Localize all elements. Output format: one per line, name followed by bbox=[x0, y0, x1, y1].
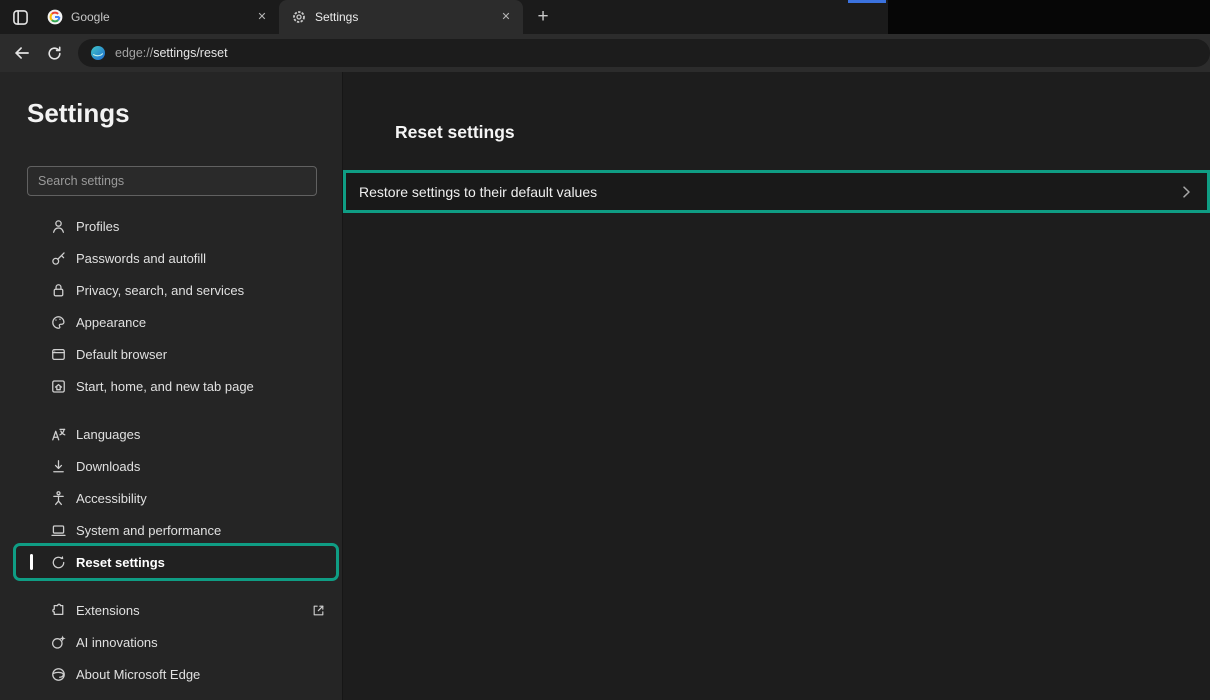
tab-google[interactable]: Google ✕ bbox=[35, 0, 279, 34]
key-icon bbox=[50, 250, 67, 267]
reset-icon bbox=[50, 554, 67, 571]
settings-main-panel: Reset settings Restore settings to their… bbox=[343, 72, 1210, 700]
tab-settings[interactable]: Settings ✕ bbox=[279, 0, 523, 34]
gear-favicon bbox=[291, 9, 307, 25]
close-icon[interactable]: ✕ bbox=[253, 8, 271, 26]
back-button[interactable] bbox=[6, 37, 38, 69]
accent-line bbox=[848, 0, 886, 3]
sidebar-item-profiles[interactable]: Profiles bbox=[16, 210, 336, 242]
tab-strip: Google ✕ Settings ✕ + bbox=[0, 0, 1210, 34]
new-tab-button[interactable]: + bbox=[529, 3, 557, 31]
address-bar[interactable]: edge://settings/reset bbox=[78, 39, 1210, 67]
sidebar-item-label: AI innovations bbox=[76, 635, 158, 650]
url-scheme: edge:// bbox=[115, 46, 153, 60]
edge-page-icon bbox=[90, 45, 106, 61]
download-icon bbox=[50, 458, 67, 475]
section-title: Reset settings bbox=[395, 122, 1210, 143]
sidebar-item-label: Extensions bbox=[76, 603, 140, 618]
home-window-icon bbox=[50, 378, 67, 395]
search-settings-box[interactable] bbox=[27, 166, 317, 196]
page-title: Settings bbox=[27, 98, 342, 129]
laptop-icon bbox=[50, 522, 67, 539]
search-input[interactable] bbox=[38, 174, 306, 188]
sidebar-item-label: Languages bbox=[76, 427, 140, 442]
back-arrow-icon bbox=[13, 44, 31, 62]
tab-title: Settings bbox=[315, 10, 497, 24]
people-icon bbox=[50, 218, 67, 235]
sidebar-item-label: Privacy, search, and services bbox=[76, 283, 244, 298]
sidebar-item-appearance[interactable]: Appearance bbox=[16, 306, 336, 338]
sidebar-item-passwords[interactable]: Passwords and autofill bbox=[16, 242, 336, 274]
url-path: settings/reset bbox=[153, 46, 227, 60]
settings-sidebar: Settings Profiles Passwords and autofill bbox=[0, 72, 343, 700]
lock-icon bbox=[50, 282, 67, 299]
workspaces-icon bbox=[12, 9, 29, 26]
sidebar-item-label: Accessibility bbox=[76, 491, 147, 506]
sidebar-item-label: Passwords and autofill bbox=[76, 251, 206, 266]
ai-sparkle-icon bbox=[50, 634, 67, 651]
edge-logo-icon bbox=[50, 666, 67, 683]
sidebar-item-ai-innovations[interactable]: AI innovations bbox=[16, 626, 336, 658]
sidebar-item-privacy[interactable]: Privacy, search, and services bbox=[16, 274, 336, 306]
settings-page: Settings Profiles Passwords and autofill bbox=[0, 72, 1210, 700]
sidebar-item-label: Start, home, and new tab page bbox=[76, 379, 254, 394]
sidebar-item-languages[interactable]: Languages bbox=[16, 418, 336, 450]
puzzle-icon bbox=[50, 602, 67, 619]
sidebar-item-label: Reset settings bbox=[76, 555, 165, 570]
sidebar-item-label: Downloads bbox=[76, 459, 140, 474]
sidebar-item-label: Appearance bbox=[76, 315, 146, 330]
tab-title: Google bbox=[71, 10, 253, 24]
sidebar-item-label: About Microsoft Edge bbox=[76, 667, 200, 682]
restore-settings-row[interactable]: Restore settings to their default values bbox=[343, 170, 1210, 213]
sidebar-item-about[interactable]: About Microsoft Edge bbox=[16, 658, 336, 690]
sidebar-item-reset-settings[interactable]: Reset settings bbox=[16, 546, 336, 578]
refresh-icon bbox=[46, 45, 63, 62]
external-link-icon bbox=[311, 603, 326, 618]
sidebar-item-label: Default browser bbox=[76, 347, 167, 362]
refresh-button[interactable] bbox=[38, 37, 70, 69]
sidebar-item-accessibility[interactable]: Accessibility bbox=[16, 482, 336, 514]
browser-toolbar: edge://settings/reset bbox=[0, 34, 1210, 72]
close-icon[interactable]: ✕ bbox=[497, 8, 515, 26]
google-favicon bbox=[47, 9, 63, 25]
desktop-backdrop bbox=[888, 0, 1210, 34]
sidebar-item-extensions[interactable]: Extensions bbox=[16, 594, 336, 626]
sidebar-nav: Profiles Passwords and autofill Privacy,… bbox=[0, 210, 342, 690]
url-text: edge://settings/reset bbox=[115, 46, 228, 60]
tab-search-button[interactable] bbox=[5, 2, 35, 32]
palette-icon bbox=[50, 314, 67, 331]
accessibility-icon bbox=[50, 490, 67, 507]
chevron-right-icon bbox=[1178, 184, 1194, 200]
sidebar-item-start-home[interactable]: Start, home, and new tab page bbox=[16, 370, 336, 402]
sidebar-item-label: System and performance bbox=[76, 523, 221, 538]
sidebar-item-default-browser[interactable]: Default browser bbox=[16, 338, 336, 370]
restore-settings-label: Restore settings to their default values bbox=[359, 184, 597, 200]
browser-window-icon bbox=[50, 346, 67, 363]
sidebar-item-label: Profiles bbox=[76, 219, 119, 234]
sidebar-item-system[interactable]: System and performance bbox=[16, 514, 336, 546]
sidebar-item-downloads[interactable]: Downloads bbox=[16, 450, 336, 482]
translate-icon bbox=[50, 426, 67, 443]
